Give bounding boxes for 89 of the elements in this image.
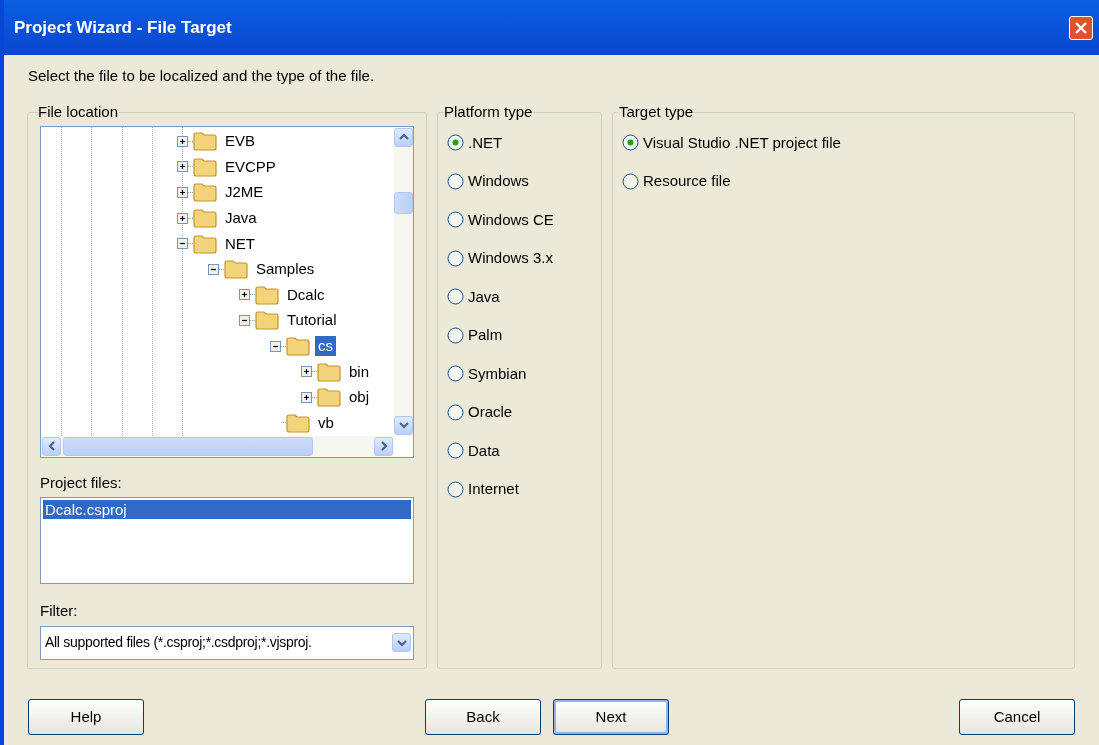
radio-button[interactable] [447,172,464,190]
expand-toggle[interactable] [177,187,188,198]
folder-icon [193,233,217,254]
close-icon [1074,20,1088,35]
radio-button[interactable] [447,288,464,306]
radio-button[interactable] [622,172,639,190]
tree-item[interactable]: cs [315,336,336,357]
scroll-up-button[interactable] [394,127,413,147]
expand-toggle[interactable] [301,366,312,378]
expand-toggle[interactable] [177,212,188,224]
dialog-button[interactable]: Back [425,699,541,735]
chevron-icon [398,133,409,141]
tree-item[interactable]: NET [222,233,258,254]
dialog-button[interactable]: Help [28,699,144,735]
window-title: Project Wizard - File Target [14,16,232,39]
tree-item[interactable]: obj [346,387,373,408]
folder-icon [255,284,279,305]
close-button[interactable] [1069,15,1093,40]
radio-button[interactable] [447,480,464,498]
list-item[interactable]: Dcalc.csproj [43,500,411,520]
folder-icon [224,259,248,280]
expand-toggle[interactable] [177,238,188,250]
expand-toggle[interactable] [301,391,312,403]
chevron-icon [398,421,409,430]
expand-toggle[interactable] [177,161,188,173]
scroll-thumb[interactable] [394,192,413,215]
chevron-icon [396,638,407,647]
dropdown-button[interactable] [392,633,411,653]
scroll-down-button[interactable] [394,415,413,435]
group-title: Target type [619,102,694,122]
chevron-icon [47,441,56,452]
radio-label: Resource file [643,171,731,191]
dialog-button[interactable]: Next [553,699,669,735]
expand-toggle[interactable] [270,340,281,352]
tree-item[interactable]: Java [222,208,260,229]
tree-item[interactable]: EVB [222,131,258,152]
radio-label: Visual Studio .NET project file [643,132,841,153]
radio-label: .NET [468,132,503,153]
radio-label: Windows CE [468,209,554,230]
folder-icon [193,208,217,229]
tree-item[interactable]: Samples [253,259,318,280]
radio-label: Windows [468,171,529,191]
expand-toggle[interactable] [239,289,250,301]
scroll-left-button[interactable] [42,436,61,456]
field-label: Project files: [40,472,123,493]
scroll-thumb[interactable] [63,436,313,456]
radio-label: Oracle [468,402,513,422]
vertical-scrollbar[interactable] [394,126,413,436]
scroll-right-button[interactable] [374,436,393,456]
chevron-icon [379,441,388,452]
radio-label: Internet [468,479,519,499]
tree-item[interactable]: Tutorial [284,310,340,331]
tree-item[interactable]: EVCPP [222,156,279,177]
radio-button[interactable] [447,442,464,460]
expand-toggle[interactable] [208,263,219,275]
folder-icon [286,412,310,433]
group-title: File location [38,102,119,122]
radio-label: Windows 3.x [468,248,554,268]
tree-item[interactable]: bin [346,361,373,382]
instruction-text: Select the file to be localized and the type of the file. [28,66,376,86]
expand-toggle[interactable] [239,314,250,326]
folder-icon [193,156,217,177]
folder-icon [193,131,217,152]
group-title: Platform type [444,102,533,122]
radio-label: Data [468,440,500,461]
radio-button[interactable] [447,326,464,344]
tree-item[interactable]: vb [315,412,337,433]
tree-item[interactable]: Dcalc [284,284,328,305]
project-files-list[interactable]: Dcalc.csproj [40,497,414,585]
radio-button[interactable] [447,211,464,229]
filter-dropdown[interactable]: All supported files (*.csproj;*.csdproj;*.vjsproj. [40,625,414,660]
radio-label: Symbian [468,363,527,384]
field-label: Filter: [40,601,79,622]
radio-button[interactable] [447,249,464,267]
radio-label: Java [468,286,500,307]
radio-button[interactable] [622,134,639,152]
folder-icon [193,182,217,203]
radio-button[interactable] [447,403,464,421]
folder-icon [317,361,341,382]
folder-icon [255,310,279,331]
radio-label: Palm [468,325,503,345]
horizontal-scrollbar[interactable] [41,435,394,457]
expand-toggle[interactable] [177,135,188,147]
folder-icon [317,387,341,408]
radio-button[interactable] [447,365,464,383]
tree-item[interactable]: J2ME [222,182,267,203]
folder-icon [286,336,310,357]
dialog-button[interactable]: Cancel [959,699,1075,735]
radio-button[interactable] [447,134,464,152]
